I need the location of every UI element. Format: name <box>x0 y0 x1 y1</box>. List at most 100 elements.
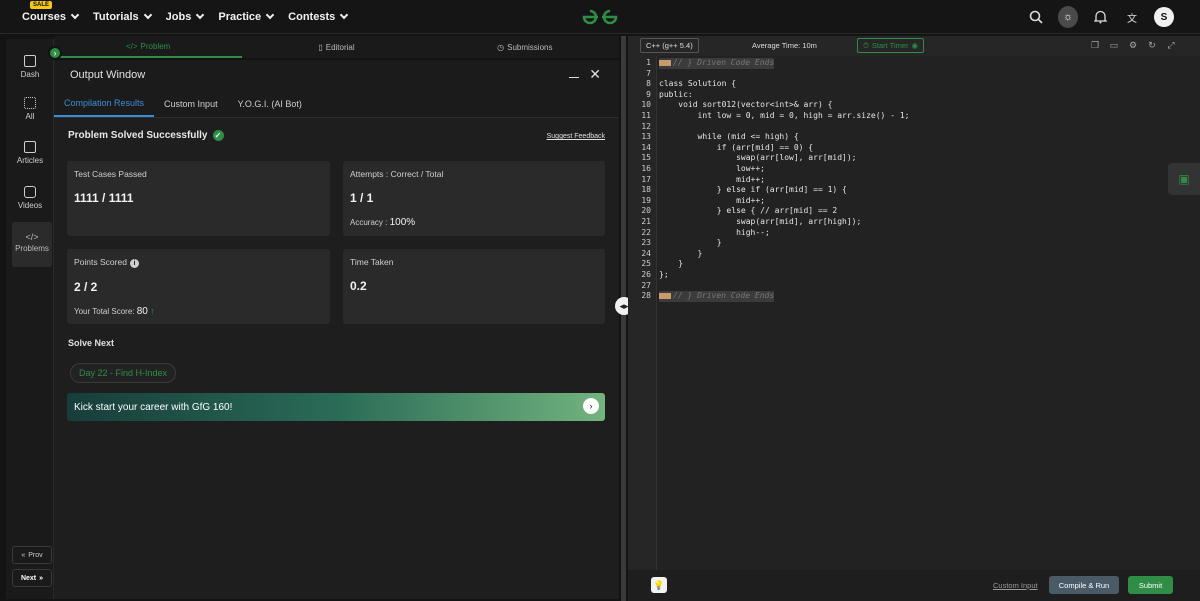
line-number: 20 <box>641 206 651 216</box>
code-line: } else { // arr[mid] == 2 <box>659 206 838 216</box>
settings-icon[interactable]: ⚙ <box>1128 40 1138 50</box>
code-area[interactable]: // } Driven Code Ends class Solution {pub… <box>657 56 1200 570</box>
chevron-right-icon[interactable]: › <box>583 398 599 414</box>
line-number: 19 <box>641 195 651 205</box>
gfg-logo[interactable] <box>580 7 620 27</box>
line-number: 10 <box>641 100 651 110</box>
line-number: 21 <box>641 217 651 226</box>
code-line: void sort012(vector<int>& arr) { <box>659 100 833 110</box>
output-window-title: Output Window <box>70 69 146 81</box>
translate-icon[interactable]: 文 <box>1122 7 1142 27</box>
tab-custom-input[interactable]: Custom Input <box>154 90 228 117</box>
sidebar-item-all[interactable]: All <box>6 97 54 121</box>
tab-problem[interactable]: </> Problem <box>54 36 243 58</box>
line-number: 9 <box>646 89 651 99</box>
test-cases-value: 1111 / 1111 <box>74 191 134 205</box>
line-number: 14 <box>641 142 651 152</box>
code-line: } else if (arr[mid] == 1) { <box>659 185 847 195</box>
sidebar-item-articles[interactable]: Articles <box>6 141 54 165</box>
code-line: if (arr[mid] == 0) { <box>659 142 814 152</box>
grid-icon <box>24 97 36 109</box>
chevron-down-icon <box>70 10 80 20</box>
sidebar-item-problems[interactable]: </> Problems <box>12 222 52 267</box>
nav-tutorials[interactable]: Tutorials <box>93 11 152 23</box>
code-line: } <box>659 238 722 248</box>
tab-editorial[interactable]: ▯ Editorial <box>242 36 430 58</box>
copy-icon[interactable]: ❐ <box>1090 40 1100 50</box>
collapse-sidebar-button[interactable]: › <box>48 46 62 60</box>
chat-icon[interactable]: ▣ <box>1168 163 1200 195</box>
code-line: swap(arr[low], arr[mid]); <box>659 153 857 163</box>
prev-button[interactable]: «Prov <box>12 546 52 564</box>
bell-icon[interactable] <box>1090 7 1110 27</box>
dash-icon <box>24 55 36 67</box>
nav-jobs[interactable]: Jobs <box>166 11 205 23</box>
nav-practice[interactable]: Practice <box>218 11 275 23</box>
test-cases-card: Test Cases Passed 1111 / 1111 <box>67 161 330 236</box>
start-timer-button[interactable]: ⏱ Start Timer ◉ <box>857 38 925 53</box>
info-icon[interactable]: i <box>129 259 139 268</box>
nav-right: ☼ 文 S <box>1026 0 1200 34</box>
nav-contests[interactable]: Contests <box>288 11 349 23</box>
output-window: Output Window ✕ Compilation Results Cust… <box>54 60 619 599</box>
attempts-card: Attempts : Correct / Total 1 / 1 Accurac… <box>343 161 605 236</box>
accuracy: Accuracy : 100% <box>350 217 416 228</box>
submit-button[interactable]: Submit <box>1128 576 1173 594</box>
left-sidebar: Dash All Articles Videos </> Problems «P… <box>6 39 54 599</box>
line-number: 22 <box>641 227 651 237</box>
fold-marker-icon[interactable] <box>659 292 671 299</box>
points-value: 2 / 2 <box>74 280 98 294</box>
sidebar-item-videos[interactable]: Videos <box>6 186 54 210</box>
line-number: 15 <box>641 153 651 163</box>
code-line: high--; <box>659 227 770 237</box>
problem-tabs: </> Problem ▯ Editorial ◷ Submissions <box>54 36 619 58</box>
minimize-icon[interactable] <box>569 70 579 78</box>
line-number: 16 <box>641 164 651 173</box>
next-problem-chip[interactable]: Day 22 - Find H-Index <box>70 363 177 383</box>
theme-toggle-icon[interactable]: ☼ <box>1058 6 1078 28</box>
compile-run-button[interactable]: Compile & Run <box>1049 576 1119 594</box>
tab-submissions[interactable]: ◷ Submissions <box>431 36 619 58</box>
search-icon[interactable] <box>1026 7 1046 27</box>
code-line: while (mid <= high) { <box>659 132 799 142</box>
next-button[interactable]: Next» <box>12 569 52 587</box>
nav-courses[interactable]: SALE Courses <box>22 0 80 23</box>
attempts-value: 1 / 1 <box>350 191 374 205</box>
editor-toolbar: C++ (g++ 5.4) Average Time: 10m ⏱ Start T… <box>628 36 1200 56</box>
close-icon[interactable]: ✕ <box>589 66 601 83</box>
gfg160-banner[interactable]: Kick start your career with GfG 160! › <box>67 393 605 421</box>
code-line: int low = 0, mid = 0, high = arr.size() … <box>659 111 910 120</box>
sidebar-item-dash[interactable]: Dash <box>6 55 54 79</box>
total-score: Your Total Score: 80 ↑ <box>74 306 155 317</box>
tab-yogi-ai-bot[interactable]: Y.O.G.I. (AI Bot) <box>228 90 312 117</box>
avatar[interactable]: S <box>1154 7 1174 27</box>
line-number: 24 <box>641 248 651 258</box>
code-icon: </> <box>25 232 39 242</box>
code-line: } <box>659 248 703 258</box>
top-nav: SALE Courses Tutorials Jobs Practice Con… <box>0 0 1200 34</box>
line-number: 26 <box>641 270 651 279</box>
code-line: } <box>659 259 684 269</box>
panel-divider[interactable] <box>621 36 626 601</box>
reset-icon[interactable]: ↻ <box>1147 40 1157 50</box>
average-time: Average Time: 10m <box>752 41 817 50</box>
line-number: 1 <box>646 58 651 67</box>
code-line: mid++; <box>659 174 765 184</box>
suggest-feedback-link[interactable]: Suggest Feedback <box>547 133 605 140</box>
lightbulb-icon[interactable]: 💡 <box>651 577 667 593</box>
code-line: class Solution { <box>659 79 737 89</box>
code-line: }; <box>659 270 669 279</box>
file-icon[interactable]: ▭ <box>1109 40 1119 50</box>
status-message: Problem Solved Successfully ✓ <box>68 130 224 141</box>
language-select[interactable]: C++ (g++ 5.4) <box>640 38 699 53</box>
line-number-gutter: 1 7 8 9 10 11 12 13 14 15 16 17 18 19 20 21 22 23 24 25 26 27… <box>628 56 657 570</box>
solve-next-heading: Solve Next <box>68 338 115 348</box>
fold-marker-icon[interactable] <box>659 59 671 66</box>
custom-input-link[interactable]: Custom Input <box>993 581 1038 590</box>
line-number: 18 <box>641 185 651 195</box>
tab-compilation-results[interactable]: Compilation Results <box>54 90 155 117</box>
points-card: Points Scored i 2 / 2 Your Total Score: 8… <box>67 249 330 324</box>
fullscreen-icon[interactable]: ⤢ <box>1166 40 1176 50</box>
check-circle-icon: ✓ <box>212 130 224 141</box>
line-number: 25 <box>641 259 651 269</box>
